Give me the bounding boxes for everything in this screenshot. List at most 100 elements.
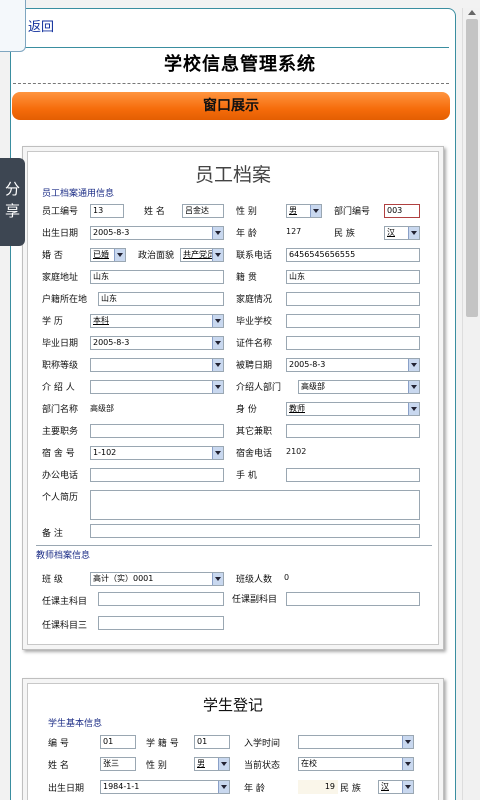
employee-edu-value: 本科 [93,316,109,325]
student-ethnic-label: 民 族 [340,784,361,794]
chevron-down-icon[interactable] [114,249,125,261]
chevron-down-icon[interactable] [212,573,223,585]
employee-birth-select[interactable]: 2005-8-3 [90,226,224,240]
student-gender-value: 男 [197,759,205,768]
employee-name-label: 姓 名 [144,207,165,217]
chevron-down-icon[interactable] [212,315,223,327]
employee-identity-select[interactable]: 教师 [286,402,420,416]
employee-dorm-value: 1-102 [93,448,117,457]
employee-intro-dept-select[interactable]: 高级部 [298,380,420,394]
student-ethnic-select[interactable]: 汉 [378,780,414,794]
employee-mobile-label: 手 机 [236,471,257,481]
employee-intro-label: 介 绍 人 [42,383,75,393]
chevron-down-icon[interactable] [212,337,223,349]
chevron-down-icon[interactable] [402,736,413,748]
chevron-down-icon[interactable] [212,249,223,261]
student-age-value: 19 [324,782,335,791]
student-no-label: 编 号 [48,739,69,749]
share-button[interactable]: 分 享 [0,158,25,246]
student-no-input[interactable]: 01 [100,735,136,749]
employee-hire-value: 2005-8-3 [289,360,326,369]
student-basic-section: 学生基本信息 [48,719,103,729]
scrollbar[interactable] [462,8,480,800]
teacher-main-subject-input[interactable] [98,592,224,606]
employee-dept-name-label: 部门名称 [42,405,79,415]
chevron-down-icon[interactable] [218,781,229,793]
employee-school-input[interactable] [286,314,420,328]
employee-phone-input[interactable]: 6456545656555 [286,248,420,262]
student-reg-input[interactable]: 01 [194,735,230,749]
employee-marital-value: 已婚 [93,250,109,259]
student-gender-select[interactable]: 男 [194,757,230,771]
employee-intro-select[interactable] [90,380,224,394]
employee-ethnic-select[interactable]: 汉 [384,226,420,240]
employee-gender-select[interactable]: 男 [286,204,322,218]
employee-hukou-input[interactable]: 山东 [98,292,224,306]
teacher-third-subject-input[interactable] [98,616,224,630]
chevron-down-icon[interactable] [402,781,413,793]
back-tab[interactable] [0,0,26,52]
employee-hire-select[interactable]: 2005-8-3 [286,358,420,372]
employee-duty-input[interactable] [90,424,224,438]
student-enroll-select[interactable] [298,735,414,749]
employee-marital-select[interactable]: 已婚 [90,248,126,262]
share-char-2: 享 [4,202,20,220]
employee-identity-label: 身 份 [236,405,257,415]
chevron-down-icon[interactable] [212,227,223,239]
employee-intro-dept-value: 高级部 [301,382,325,391]
employee-dorm-select[interactable]: 1-102 [90,446,224,460]
employee-dept-no-input[interactable]: 003 [384,204,420,218]
employee-political-select[interactable]: 共产党员 [180,248,224,262]
employee-family-input[interactable] [286,292,420,306]
teacher-sub-subject-input[interactable] [286,592,420,606]
employee-phone-label: 联系电话 [236,251,273,261]
student-ethnic-value: 汉 [381,782,389,791]
employee-remark-input[interactable] [90,524,420,538]
employee-rank-select[interactable] [90,358,224,372]
employee-mobile-input[interactable] [286,468,420,482]
chevron-down-icon[interactable] [402,758,413,770]
employee-office-phone-input[interactable] [90,468,224,482]
student-birth-select[interactable]: 1984-1-1 [100,780,230,794]
chevron-down-icon[interactable] [408,227,419,239]
student-name-input[interactable]: 张三 [100,757,136,771]
back-link[interactable]: 返回 [28,16,54,35]
scroll-up-arrow-icon[interactable] [468,10,476,15]
employee-record-title: 员工档案 [194,164,271,186]
teacher-class-label: 班 级 [42,575,63,585]
employee-address-input[interactable]: 山东 [90,270,224,284]
chevron-down-icon[interactable] [212,359,223,371]
window-showcase-banner[interactable]: 窗口展示 [12,92,450,120]
teacher-class-select[interactable]: 高计（实）0001 [90,572,224,586]
chevron-down-icon[interactable] [408,381,419,393]
employee-intro-dept-label: 介绍人部门 [236,383,282,393]
employee-cert-label: 证件名称 [236,339,273,349]
chevron-down-icon[interactable] [310,205,321,217]
chevron-down-icon[interactable] [212,381,223,393]
employee-dorm-phone-label: 宿舍电话 [236,449,273,459]
chevron-down-icon[interactable] [408,359,419,371]
chevron-down-icon[interactable] [408,403,419,415]
employee-cert-input[interactable] [286,336,420,350]
employee-graddate-label: 毕业日期 [42,339,79,349]
employee-edu-label: 学 历 [42,317,63,327]
teacher-third-subject-label: 任课科目三 [42,621,88,631]
chevron-down-icon[interactable] [212,447,223,459]
student-age-label: 年 龄 [244,784,265,794]
student-registration-title: 学生登记 [202,696,263,714]
employee-id-input[interactable]: 13 [90,204,124,218]
employee-other-job-input[interactable] [286,424,420,438]
student-reg-label: 学 籍 号 [146,739,179,749]
employee-native-input[interactable]: 山东 [286,270,420,284]
teacher-main-subject-label: 任课主科目 [42,597,88,607]
student-birth-label: 出生日期 [48,784,85,794]
employee-graddate-select[interactable]: 2005-8-3 [90,336,224,350]
employee-name-input[interactable]: 吕金达 [182,204,224,218]
employee-resume-textarea[interactable] [90,490,420,520]
employee-family-label: 家庭情况 [236,295,273,305]
employee-political-label: 政治面貌 [138,251,175,261]
chevron-down-icon[interactable] [218,758,229,770]
student-status-select[interactable]: 在校 [298,757,414,771]
employee-birth-label: 出生日期 [42,229,79,239]
employee-edu-select[interactable]: 本科 [90,314,224,328]
